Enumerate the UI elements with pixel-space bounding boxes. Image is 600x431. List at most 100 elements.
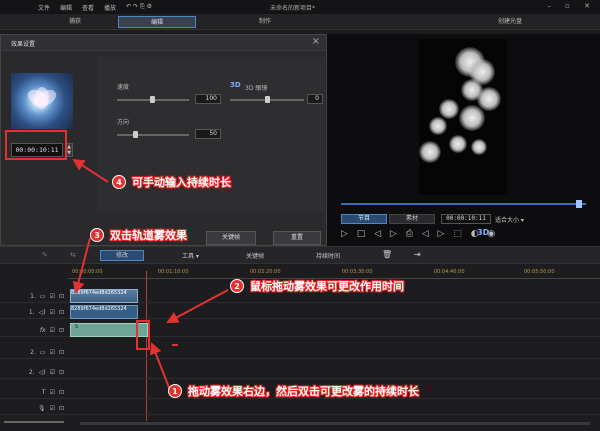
annotation-box-clip-edge [136, 320, 150, 350]
title-icon: T [41, 388, 46, 396]
annotation-number-2: 2 [230, 279, 244, 293]
ruler-tick-label: 00:03:30:00 [342, 269, 373, 275]
preview-scrubber[interactable] [575, 200, 582, 208]
trash-icon[interactable]: 🗑 [382, 250, 392, 259]
track-header: 2. ▭ ☑ ⊡ [0, 345, 68, 359]
menu-file[interactable]: 文件 [38, 3, 50, 12]
window-title: 未命名的新项目* [270, 5, 316, 12]
checkbox-icon[interactable]: ☑ [50, 309, 55, 316]
playback-controls[interactable]: ▷ □ ◁ ▷ ⎙ ◁ ▷ ⬚ ◐ ◉ [341, 229, 498, 239]
track-audio-2: 2. ◁) ☑ ⊡ [0, 365, 600, 379]
track-fx: fx ☑ ⊡ S [0, 323, 600, 337]
annotation-text-1: 拖动雾效果右边，然后双击可更改雾的持续时长 [188, 385, 419, 398]
lock-icon[interactable]: ⊡ [59, 309, 64, 316]
track-header: fx ☑ ⊡ [0, 323, 68, 337]
annotation-box-duration [5, 130, 67, 160]
lock-icon[interactable]: ⊡ [59, 293, 64, 300]
speed-slider-knob[interactable] [150, 96, 155, 103]
speaker-icon: ◁) [38, 368, 46, 376]
annotation-number-3: 3 [90, 228, 104, 242]
video-icon: ▭ [39, 348, 46, 356]
keyframe-tool[interactable]: 关键帧 [246, 251, 264, 260]
track-label: 2. [30, 348, 36, 356]
video-clip-label: 8289f674ed8d265324 [71, 290, 127, 296]
fit-size-dropdown[interactable]: 适合大小 ▾ [495, 215, 524, 224]
preview-timecode[interactable]: 00:00:10:11 [441, 214, 491, 224]
track-label: 1. [30, 292, 36, 300]
dialog-header: 效果设置 × [1, 35, 326, 51]
export-icon[interactable]: ⇥ [414, 250, 421, 259]
keyframe-button[interactable]: 关键帧 [206, 231, 256, 245]
reset-button[interactable]: 重置 [273, 231, 321, 245]
toolbar-icon-2[interactable]: ⇆ [70, 251, 76, 259]
menu-play[interactable]: 播放 [104, 3, 116, 12]
tab-capture[interactable]: 捕获 [40, 16, 110, 28]
ruler-tick-label: 00:01:10:00 [158, 269, 189, 275]
3d-slider-knob[interactable] [265, 96, 270, 103]
speed-value[interactable]: 100 [195, 94, 221, 104]
annotation-number-1: 1 [168, 384, 182, 398]
track-header: 🎙 ☑ ⊡ [0, 401, 68, 415]
track-video-2: 2. ▭ ☑ ⊡ [0, 345, 600, 359]
annotation-text-3: 双击轨道雾效果 [110, 229, 187, 242]
lock-icon[interactable]: ⊡ [59, 369, 64, 376]
checkbox-icon[interactable]: ☑ [50, 405, 55, 412]
track-audio-1: 1. ◁) ☑ ⊡ 8289f674ed8d265324 [0, 305, 600, 319]
fx-clip-label: S [75, 324, 79, 330]
lock-icon[interactable]: ⊡ [59, 327, 64, 334]
timeline-panel: ✎ ⇆ 修改 工具 ▾ 关键帧 持续时间 🗑 ⇥ 00:00:00:00 00:… [0, 246, 600, 431]
video-icon: ▭ [39, 292, 46, 300]
annotation-number-4: 4 [112, 175, 126, 189]
effect-thumbnail [11, 73, 73, 129]
lock-icon[interactable]: ⊡ [59, 349, 64, 356]
tools-dropdown[interactable]: 工具 ▾ [182, 251, 199, 260]
checkbox-icon[interactable]: ☑ [50, 327, 55, 334]
duration-tool[interactable]: 持续时间 [316, 251, 340, 260]
timeline-scrollbar[interactable] [80, 422, 590, 425]
lock-icon[interactable]: ⊡ [59, 405, 64, 412]
direction-slider-knob[interactable] [133, 131, 138, 138]
checkbox-icon[interactable]: ☑ [50, 349, 55, 356]
3d-mode-icon[interactable]: 3D [477, 228, 489, 237]
preview-panel: 节目 素材 00:00:10:11 适合大小 ▾ ▷ □ ◁ ▷ ⎙ ◁ ▷ ⬚… [327, 34, 600, 246]
direction-label: 方向 [117, 119, 130, 126]
3d-icon: 3D [230, 81, 241, 89]
preview-progress-bar[interactable] [341, 203, 586, 205]
mode-tabs: 捕获 编辑 制作 创建光盘 [0, 14, 600, 30]
track-header: 2. ◁) ☑ ⊡ [0, 365, 68, 379]
tab-create-disc[interactable]: 创建光盘 [470, 16, 550, 28]
tab-produce[interactable]: 制作 [230, 16, 300, 28]
modify-button[interactable]: 修改 [100, 250, 144, 261]
checkbox-icon[interactable]: ☑ [50, 389, 55, 396]
tab-project[interactable]: 节目 [341, 214, 387, 224]
audio-clip[interactable]: 8289f674ed8d265324 [70, 305, 138, 319]
ruler-tick-label: 00:02:20:00 [250, 269, 281, 275]
speed-label: 速度 [117, 84, 130, 91]
tab-edit[interactable]: 编辑 [118, 16, 196, 28]
menu-edit[interactable]: 编辑 [60, 3, 72, 12]
menu-view[interactable]: 查看 [82, 3, 94, 12]
track-label: 1. [28, 308, 35, 316]
checkbox-icon[interactable]: ☑ [50, 293, 55, 300]
toolbar-icon-1[interactable]: ✎ [42, 251, 48, 259]
dialog-title: 效果设置 [11, 41, 36, 48]
track-header: 1. ▭ ☑ ⊡ [0, 289, 68, 303]
toolbar-icons[interactable]: ↶ ↷ ⎘ ⚙ [126, 3, 152, 11]
track-header: T ☑ ⊡ [0, 385, 68, 399]
track-voice: 🎙 ☑ ⊡ [0, 401, 600, 415]
zoom-slider[interactable] [4, 421, 64, 423]
lock-icon[interactable]: ⊡ [59, 389, 64, 396]
3d-value[interactable]: 0 [307, 94, 323, 104]
window-controls[interactable]: – ▫ ✕ [547, 2, 596, 10]
speaker-icon: ◁) [38, 308, 46, 316]
preview-video-frame [419, 39, 507, 195]
checkbox-icon[interactable]: ☑ [50, 369, 55, 376]
direction-value[interactable]: 50 [195, 129, 221, 139]
close-icon[interactable]: × [312, 36, 320, 47]
annotation-text-2: 鼠标拖动雾效果可更改作用时间 [250, 280, 404, 293]
track-header: 1. ◁) ☑ ⊡ [0, 305, 68, 319]
tab-clip[interactable]: 素材 [389, 214, 435, 224]
audio-clip-label: 8289f674ed8d265324 [71, 306, 127, 312]
direction-slider[interactable] [117, 134, 189, 136]
video-clip[interactable]: 8289f674ed8d265324 [70, 289, 138, 303]
